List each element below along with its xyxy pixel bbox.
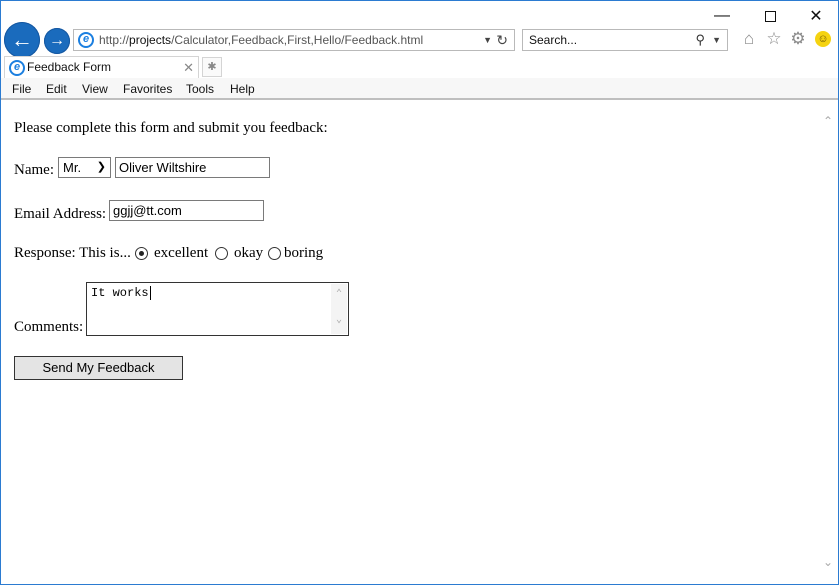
home-icon[interactable]: ⌂ [739, 29, 759, 49]
comments-value: It works [91, 286, 149, 300]
ie-page-icon: e [78, 32, 94, 48]
close-icon: ✕ [809, 8, 823, 25]
arrow-right-icon: → [49, 32, 65, 49]
search-placeholder: Search... [529, 33, 578, 47]
menu-edit[interactable]: Edit [46, 82, 67, 96]
close-button[interactable]: ✕ [793, 5, 838, 27]
new-tab-button[interactable]: ✱ [202, 57, 222, 77]
browser-window: — ✕ ← → e http://projects/Calculator,Fee… [0, 0, 839, 585]
name-input[interactable]: Oliver Wiltshire [115, 157, 270, 178]
menu-favorites[interactable]: Favorites [123, 82, 172, 96]
scroll-up-icon: ⌃ [335, 289, 343, 300]
forward-button[interactable]: → [44, 28, 70, 54]
new-tab-icon: ✱ [207, 61, 217, 73]
radio-okay[interactable] [215, 247, 228, 260]
radio-boring[interactable] [268, 247, 281, 260]
menu-tools[interactable]: Tools [186, 82, 214, 96]
radio-excellent-label: excellent [154, 245, 209, 261]
tab-close-icon[interactable]: ✕ [183, 57, 194, 78]
send-feedback-button[interactable]: Send My Feedback [14, 356, 183, 380]
menu-view[interactable]: View [82, 82, 108, 96]
browser-chrome: — ✕ ← → e http://projects/Calculator,Fee… [1, 1, 838, 100]
arrow-left-icon: ← [11, 27, 33, 52]
minimize-icon: — [714, 7, 730, 24]
address-url: http://projects/Calculator,Feedback,Firs… [99, 33, 424, 47]
back-button[interactable]: ← [4, 22, 40, 58]
maximize-button[interactable] [747, 5, 793, 27]
page-scroll-down-icon[interactable]: ⌄ [823, 555, 833, 570]
search-box[interactable]: Search... ⚲ ▼ [522, 29, 728, 51]
comments-label: Comments: [14, 319, 84, 335]
title-select-value: Mr. [63, 160, 82, 175]
radio-excellent[interactable] [135, 247, 148, 260]
email-input[interactable]: ggjj@tt.com [109, 200, 264, 221]
page-content: Please complete this form and submit you… [1, 100, 838, 584]
title-select[interactable]: Mr. ❯ [58, 157, 111, 178]
menu-help[interactable]: Help [230, 82, 255, 96]
form-intro: Please complete this form and submit you… [14, 120, 328, 136]
ie-tab-icon: e [9, 60, 25, 76]
radio-boring-label: boring [284, 245, 324, 261]
refresh-icon[interactable]: ↻ [496, 30, 508, 50]
page-scrollbar[interactable]: ⌃ ⌄ [821, 100, 838, 584]
feedback-smiley-icon[interactable]: ☺ [815, 31, 831, 47]
chevron-down-icon: ❯ [96, 161, 106, 173]
tab-feedback-form[interactable]: e Feedback Form ✕ [4, 56, 199, 78]
menu-bar: File Edit View Favorites Tools Help [1, 78, 838, 100]
comments-textarea[interactable]: It works ⌃ ⌄ [86, 282, 349, 336]
settings-gear-icon[interactable]: ⚙ [788, 29, 808, 49]
response-label: Response: This is... [14, 245, 131, 261]
menu-file[interactable]: File [12, 82, 31, 96]
search-icon[interactable]: ⚲ [695, 30, 705, 50]
scroll-down-icon: ⌄ [335, 315, 343, 326]
address-bar[interactable]: e http://projects/Calculator,Feedback,Fi… [73, 29, 515, 51]
textarea-scrollbar[interactable]: ⌃ ⌄ [331, 284, 347, 334]
tab-title: Feedback Form [27, 60, 112, 74]
name-label: Name: [14, 162, 54, 178]
search-dropdown-icon[interactable]: ▼ [712, 30, 721, 50]
page-scroll-up-icon[interactable]: ⌃ [823, 114, 833, 129]
minimize-button[interactable]: — [699, 5, 745, 27]
text-cursor [149, 286, 151, 300]
address-dropdown-icon[interactable]: ▼ [483, 30, 492, 50]
radio-okay-label: okay [234, 245, 264, 261]
favorites-star-icon[interactable]: ☆ [764, 29, 784, 49]
maximize-icon [764, 10, 776, 22]
email-label: Email Address: [14, 206, 107, 222]
